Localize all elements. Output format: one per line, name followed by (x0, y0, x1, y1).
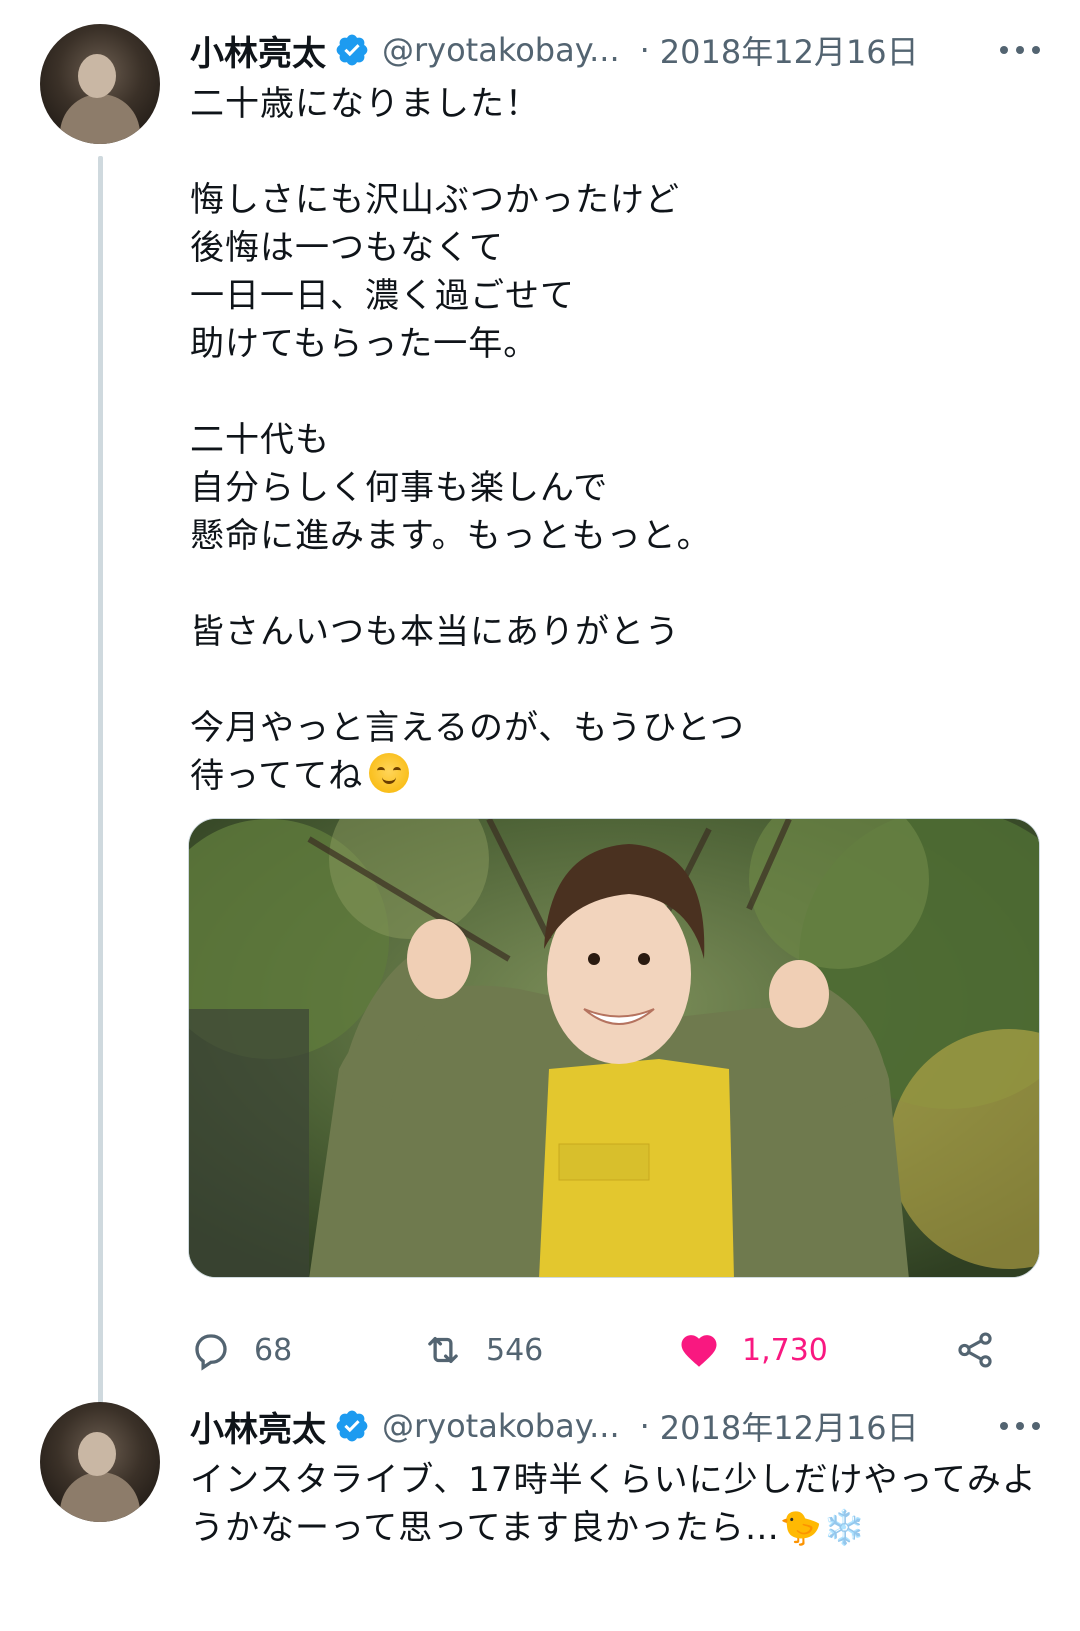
tweet-line: 懸命に進みます。もっともっと。 (190, 516, 712, 556)
thread-connector-line (98, 156, 103, 1446)
reply-icon (195, 1334, 227, 1371)
tweet-line: 一日一日、濃く過ごせて (190, 276, 575, 316)
retweet-icon (428, 1336, 458, 1364)
avatar-figure (60, 94, 140, 144)
header-separator: · (639, 31, 650, 69)
verified-badge-icon (336, 34, 368, 66)
tweet-line: 皆さんいつも本当にありがとう (190, 612, 680, 652)
tweet-line: 助けてもらった一年。 (190, 324, 539, 364)
like-count: 1,730 (742, 1332, 828, 1368)
tweet-line-last: 待っててね (190, 752, 1040, 800)
photo-illustration (189, 819, 1039, 1277)
reply-count: 68 (254, 1332, 293, 1368)
author-name[interactable]: 小林亮太 (190, 26, 326, 75)
tweet-line-text: 待っててね (190, 756, 364, 796)
more-options-icon[interactable] (1000, 1408, 1040, 1444)
tweet-line: うかなーって思ってます良かったら…🐤❄️ (190, 1508, 867, 1548)
author-handle[interactable]: @ryotakobay... (382, 1407, 620, 1445)
share-button[interactable] (954, 1320, 996, 1380)
tweet-line: 後悔は一つもなくて (190, 228, 504, 268)
heart-filled-icon (681, 1335, 717, 1367)
header-separator: · (639, 1407, 650, 1445)
avatar-figure (60, 1472, 140, 1522)
like-button[interactable]: 1,730 (678, 1320, 828, 1380)
avatar-face (78, 54, 116, 98)
tweet-line (190, 368, 1040, 416)
more-options-icon[interactable] (1000, 32, 1040, 68)
tweet-header: 小林亮太 @ryotakobay... · 2018年12月16日 (190, 22, 1040, 78)
reply-button[interactable]: 68 (190, 1320, 292, 1380)
tweet-line: インスタライブ、17時半くらいに少しだけやってみよ (190, 1460, 1037, 1500)
tweet-line (190, 656, 1040, 704)
share-icon (958, 1332, 992, 1368)
tweet-date[interactable]: 2018年12月16日 (660, 27, 919, 73)
tweet-date[interactable]: 2018年12月16日 (660, 1403, 919, 1449)
tweet-line: 二十歳になりました！ (190, 84, 540, 124)
retweet-button[interactable]: 546 (422, 1320, 543, 1380)
tweet-actions: 68 546 1,730 (190, 1320, 1040, 1380)
author-avatar[interactable] (40, 24, 160, 144)
tweet-body: インスタライブ、17時半くらいに少しだけやってみよ うかなーって思ってます良かっ… (190, 1456, 1040, 1552)
tweet-body: 二十歳になりました！ 悔しさにも沢山ぶつかったけど 後悔は一つもなくて 一日一日… (190, 80, 1040, 800)
retweet-count: 546 (486, 1332, 544, 1368)
author-avatar[interactable] (40, 1402, 160, 1522)
tweet-line: 自分らしく何事も楽しんで (190, 468, 609, 508)
smiling-face-emoji-icon (369, 753, 410, 793)
tweet-line: 悔しさにも沢山ぶつかったけど (190, 180, 680, 220)
tweet-line: 二十代も (190, 420, 330, 460)
author-handle[interactable]: @ryotakobay... (382, 31, 620, 69)
tweet-line (190, 560, 1040, 608)
tweet-line (190, 128, 1040, 176)
avatar-face (78, 1432, 116, 1476)
author-name[interactable]: 小林亮太 (190, 1402, 326, 1451)
tweet-header: 小林亮太 @ryotakobay... · 2018年12月16日 (190, 1398, 1040, 1454)
tweet-line: 今月やっと言えるのが、もうひとつ (190, 708, 745, 748)
verified-badge-icon (336, 1410, 368, 1442)
tweet-photo[interactable] (188, 818, 1040, 1278)
